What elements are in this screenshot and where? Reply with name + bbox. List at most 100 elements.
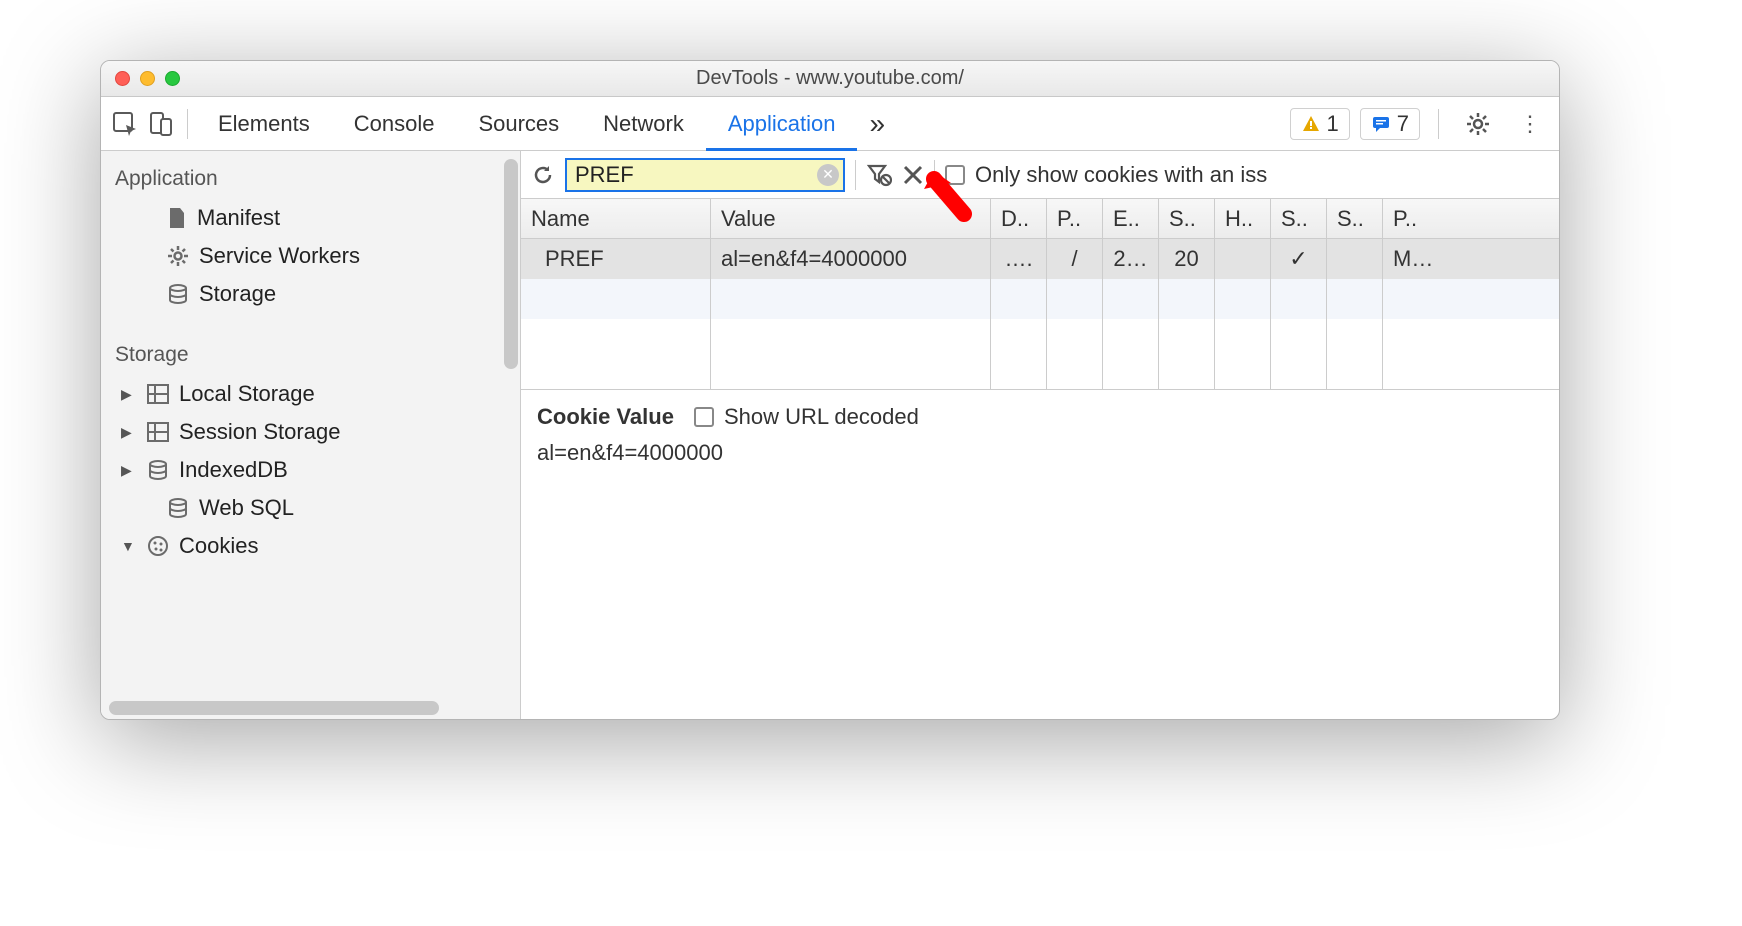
- cookie-icon: [147, 535, 169, 557]
- th-path[interactable]: P..: [1047, 199, 1103, 238]
- sidebar-item-label: Service Workers: [199, 243, 360, 269]
- tab-elements[interactable]: Elements: [196, 97, 332, 150]
- main-toolbar: Elements Console Sources Network Applica…: [101, 97, 1559, 151]
- tab-sources[interactable]: Sources: [456, 97, 581, 150]
- disclosure-triangle-icon[interactable]: ▶: [121, 386, 137, 403]
- sidebar-item-label: Session Storage: [179, 419, 340, 445]
- sidebar-item-storage[interactable]: Storage: [101, 275, 520, 313]
- gear-icon: [167, 245, 189, 267]
- table-icon: [147, 422, 169, 442]
- th-secure[interactable]: S..: [1271, 199, 1327, 238]
- zoom-window-button[interactable]: [165, 71, 180, 86]
- disclosure-triangle-icon[interactable]: ▼: [121, 538, 137, 554]
- reload-button[interactable]: [531, 163, 555, 187]
- sidebar-item-label: Web SQL: [199, 495, 294, 521]
- th-domain[interactable]: D..: [991, 199, 1047, 238]
- cookie-filter-bar: ✕ Only show cookies with an iss: [521, 151, 1559, 199]
- filter-options-button[interactable]: [866, 162, 892, 188]
- sidebar-group-application: Application: [101, 159, 520, 199]
- settings-button[interactable]: [1457, 111, 1499, 137]
- messages-badge[interactable]: 7: [1360, 108, 1420, 140]
- th-priority[interactable]: P..: [1383, 199, 1559, 238]
- file-icon: [167, 206, 187, 230]
- more-options-button[interactable]: ⋮: [1509, 111, 1553, 137]
- sidebar-group-storage: Storage: [101, 335, 520, 375]
- th-expires[interactable]: E..: [1103, 199, 1159, 238]
- sidebar-item-label: Cookies: [179, 533, 258, 559]
- device-toggle-icon[interactable]: [143, 106, 179, 142]
- cell-httponly: [1215, 239, 1271, 279]
- inspect-element-icon[interactable]: [107, 106, 143, 142]
- main-panel: ✕ Only show cookies with an iss: [521, 151, 1559, 719]
- table-row-empty: [521, 279, 1559, 319]
- cell-samesite: [1327, 239, 1383, 279]
- database-icon: [167, 283, 189, 305]
- th-value[interactable]: Value: [711, 199, 991, 238]
- sidebar-horizontal-scrollbar[interactable]: [109, 701, 439, 715]
- message-icon: [1371, 114, 1391, 134]
- cell-name: PREF: [521, 239, 711, 279]
- devtools-window: DevTools - www.youtube.com/ Elements Con…: [100, 60, 1560, 720]
- sidebar-scrollbar[interactable]: [504, 159, 518, 369]
- show-url-decoded-checkbox[interactable]: [694, 407, 714, 427]
- database-icon: [147, 459, 169, 481]
- sidebar-item-label: IndexedDB: [179, 457, 288, 483]
- cookie-detail-panel: Cookie Value Show URL decoded al=en&f4=4…: [521, 390, 1559, 480]
- window-title: DevTools - www.youtube.com/: [101, 67, 1559, 90]
- clear-filter-button[interactable]: ✕: [817, 164, 839, 186]
- warning-icon: [1301, 114, 1321, 134]
- database-icon: [167, 497, 189, 519]
- reload-icon: [531, 163, 555, 187]
- warnings-count: 1: [1327, 111, 1339, 137]
- sidebar: Application Manifest Service Workers Sto…: [101, 151, 521, 719]
- funnel-icon: [866, 162, 892, 188]
- cookies-table: Name Value D.. P.. E.. S.. H.. S.. S.. P…: [521, 199, 1559, 390]
- sidebar-item-indexeddb[interactable]: ▶ IndexedDB: [101, 451, 520, 489]
- table-row[interactable]: PREF al=en&f4=4000000 …. / 2… 20 ✓ M…: [521, 239, 1559, 279]
- cell-size: 20: [1159, 239, 1215, 279]
- separator: [934, 160, 935, 190]
- sidebar-item-label: Storage: [199, 281, 276, 307]
- warnings-badge[interactable]: 1: [1290, 108, 1350, 140]
- sidebar-item-websql[interactable]: Web SQL: [101, 489, 520, 527]
- traffic-lights: [115, 71, 180, 86]
- table-header: Name Value D.. P.. E.. S.. H.. S.. S.. P…: [521, 199, 1559, 239]
- toolbar-separator: [187, 109, 188, 139]
- tab-network[interactable]: Network: [581, 97, 706, 150]
- clear-all-button[interactable]: [902, 164, 924, 186]
- more-tabs-button[interactable]: »: [857, 108, 897, 140]
- close-window-button[interactable]: [115, 71, 130, 86]
- only-issues-label: Only show cookies with an iss: [975, 162, 1267, 188]
- sidebar-item-service-workers[interactable]: Service Workers: [101, 237, 520, 275]
- panel-tabs: Elements Console Sources Network Applica…: [196, 97, 857, 150]
- table-icon: [147, 384, 169, 404]
- disclosure-triangle-icon[interactable]: ▶: [121, 462, 137, 479]
- disclosure-triangle-icon[interactable]: ▶: [121, 424, 137, 441]
- gear-icon: [1465, 111, 1491, 137]
- sidebar-item-session-storage[interactable]: ▶ Session Storage: [101, 413, 520, 451]
- minimize-window-button[interactable]: [140, 71, 155, 86]
- th-size[interactable]: S..: [1159, 199, 1215, 238]
- tab-application[interactable]: Application: [706, 97, 858, 150]
- toolbar-separator: [1438, 109, 1439, 139]
- th-httponly[interactable]: H..: [1215, 199, 1271, 238]
- tab-console[interactable]: Console: [332, 97, 457, 150]
- filter-input[interactable]: [565, 158, 845, 192]
- show-url-decoded-label: Show URL decoded: [724, 404, 919, 430]
- sidebar-item-label: Manifest: [197, 205, 280, 231]
- sidebar-item-cookies[interactable]: ▼ Cookies: [101, 527, 520, 565]
- separator: [855, 160, 856, 190]
- th-samesite[interactable]: S..: [1327, 199, 1383, 238]
- sidebar-item-manifest[interactable]: Manifest: [101, 199, 520, 237]
- cookie-detail-title: Cookie Value: [537, 404, 674, 430]
- only-issues-checkbox[interactable]: [945, 165, 965, 185]
- cell-value: al=en&f4=4000000: [711, 239, 991, 279]
- titlebar: DevTools - www.youtube.com/: [101, 61, 1559, 97]
- th-name[interactable]: Name: [521, 199, 711, 238]
- cell-expires: 2…: [1103, 239, 1159, 279]
- close-icon: [902, 164, 924, 186]
- cookie-detail-value: al=en&f4=4000000: [537, 440, 1543, 466]
- cell-path: /: [1047, 239, 1103, 279]
- table-row-empty: [521, 359, 1559, 389]
- sidebar-item-local-storage[interactable]: ▶ Local Storage: [101, 375, 520, 413]
